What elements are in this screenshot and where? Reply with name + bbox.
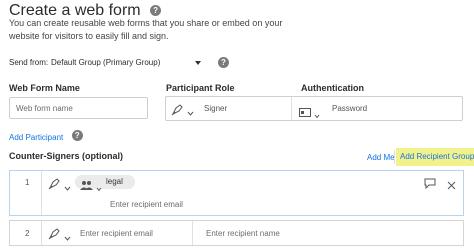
add-participant-link[interactable]: Add Participant ? xyxy=(9,127,83,145)
group-icon xyxy=(80,177,94,195)
recipient-group-chip[interactable]: legal xyxy=(75,175,135,192)
send-from-dropdown[interactable]: Default Group (Primary Group) xyxy=(50,54,204,70)
participant-row: Signer Password xyxy=(165,96,463,121)
close-icon[interactable] xyxy=(447,177,456,195)
web-form-name-placeholder: Web form name xyxy=(16,104,73,113)
help-icon[interactable]: ? xyxy=(71,130,83,142)
divider xyxy=(41,221,42,245)
authentication-value: Password xyxy=(332,104,368,113)
recipient-name-input[interactable]: Enter recipient name xyxy=(206,229,280,238)
chevron-down-icon[interactable] xyxy=(187,104,194,122)
password-icon[interactable] xyxy=(299,104,311,122)
add-recipient-group-button[interactable]: Add Recipient Group xyxy=(396,148,474,166)
send-from-value: Default Group (Primary Group) xyxy=(51,58,161,67)
add-me-link[interactable]: Add Me xyxy=(367,153,395,162)
chevron-down-icon[interactable] xyxy=(64,229,71,247)
add-participant-label: Add Participant xyxy=(9,133,64,142)
recipient-email-placeholder[interactable]: Enter recipient email xyxy=(110,200,183,209)
chevron-down-icon[interactable] xyxy=(314,106,320,124)
divider xyxy=(192,221,193,245)
counter-signer-row: 2 Enter recipient email Enter recipient … xyxy=(9,220,464,246)
message-icon[interactable] xyxy=(424,176,436,194)
row-number: 2 xyxy=(25,229,30,238)
group-name: legal xyxy=(106,177,123,186)
recipient-email-input[interactable]: Enter recipient email xyxy=(80,229,153,238)
send-from-label: Send from: xyxy=(9,58,49,67)
signer-pen-icon[interactable] xyxy=(48,176,62,190)
divider xyxy=(41,171,42,215)
help-icon[interactable]: ? xyxy=(218,57,229,68)
signer-pen-icon[interactable] xyxy=(48,226,62,240)
participant-role-heading: Participant Role xyxy=(166,83,235,93)
web-form-name-input[interactable]: Web form name xyxy=(9,97,148,119)
chevron-down-icon[interactable] xyxy=(64,179,71,197)
page-description: You can create reusable web forms that y… xyxy=(9,18,283,41)
authentication-heading: Authentication xyxy=(301,83,364,93)
web-form-name-heading: Web Form Name xyxy=(9,83,80,93)
counter-signer-row: 1 legal Enter recipient email xyxy=(9,170,464,216)
help-icon[interactable]: ? xyxy=(150,5,162,17)
row-number: 1 xyxy=(25,178,30,187)
counter-signers-heading: Counter-Signers (optional) xyxy=(9,151,123,161)
signer-pen-icon[interactable] xyxy=(171,102,185,116)
divider xyxy=(394,150,395,164)
chevron-down-icon[interactable] xyxy=(96,179,102,197)
participant-role-value: Signer xyxy=(204,104,228,113)
chevron-down-icon xyxy=(195,61,201,65)
divider xyxy=(291,97,292,120)
